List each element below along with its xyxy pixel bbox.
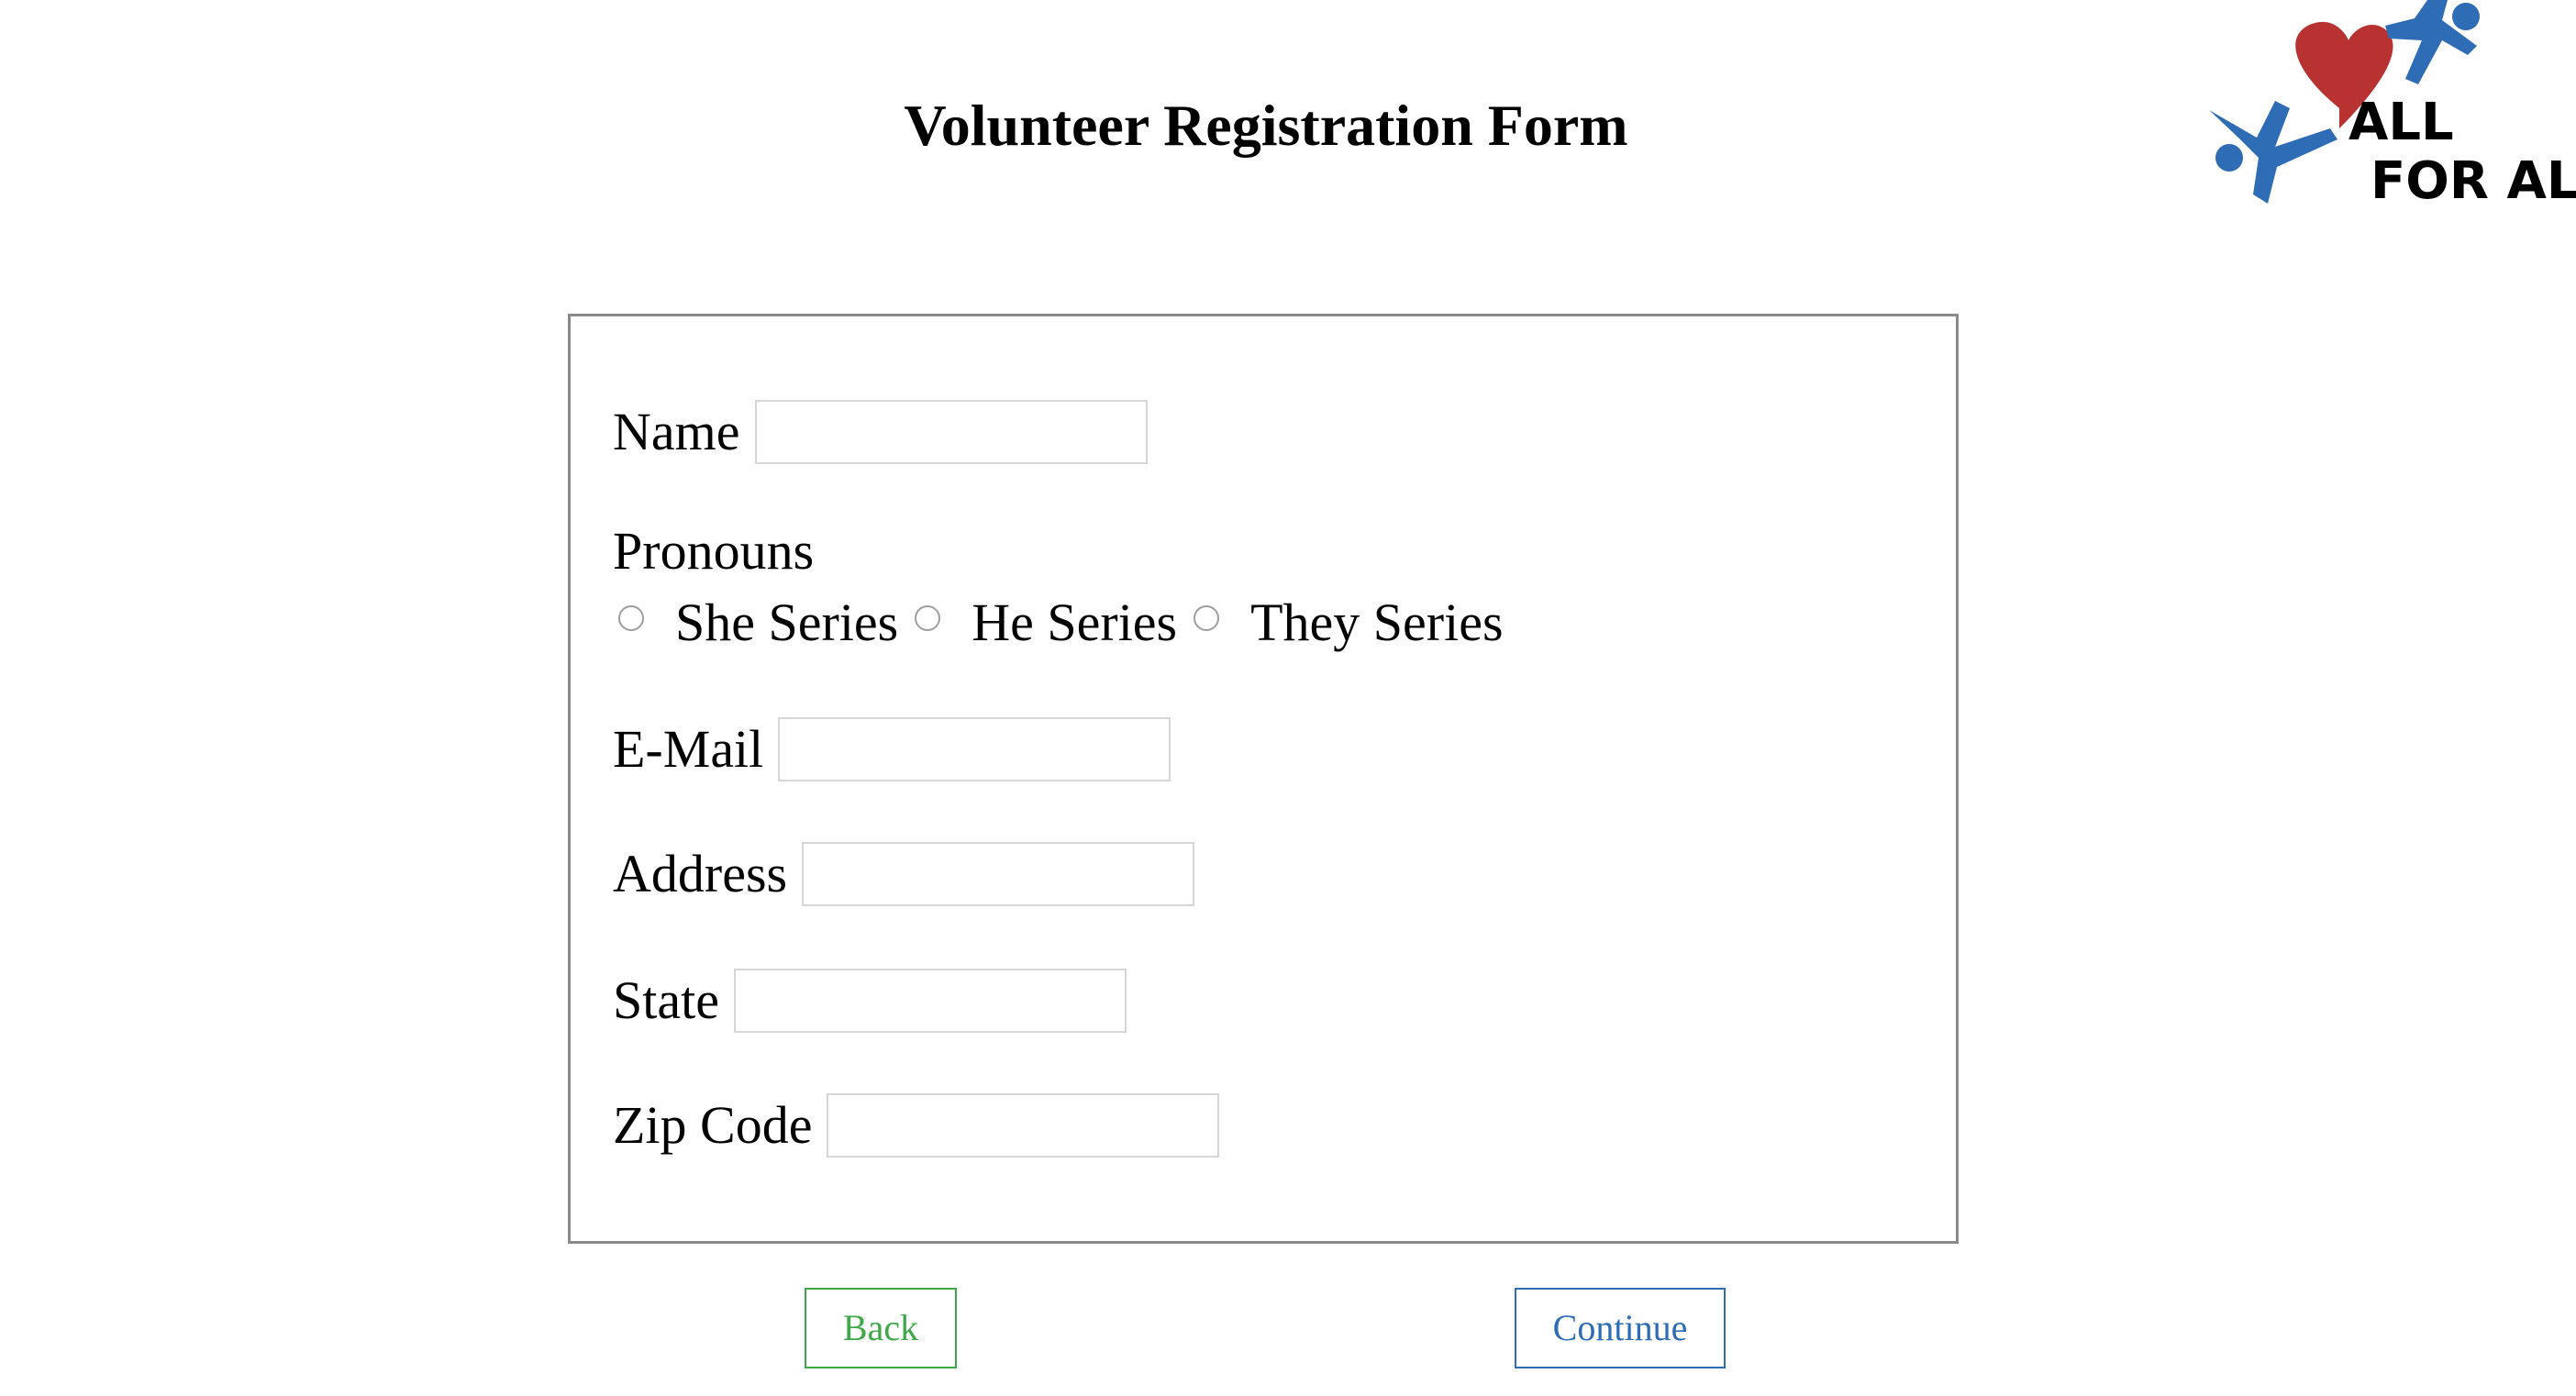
email-label: E-Mail bbox=[613, 719, 764, 779]
radio-label-he-series[interactable]: He Series bbox=[972, 590, 1177, 656]
pronoun-option-they[interactable]: They Series bbox=[1194, 590, 1504, 656]
page-title: Volunteer Registration Form bbox=[904, 93, 1628, 158]
zip-input[interactable] bbox=[827, 1093, 1220, 1158]
address-row: Address bbox=[613, 841, 1195, 907]
name-input[interactable] bbox=[754, 400, 1148, 464]
name-label: Name bbox=[613, 402, 740, 461]
radio-label-they-series[interactable]: They Series bbox=[1250, 590, 1503, 656]
pronoun-option-he[interactable]: He Series bbox=[915, 590, 1177, 656]
radio-they-series[interactable] bbox=[1194, 605, 1220, 631]
zip-row: Zip Code bbox=[613, 1092, 1220, 1158]
back-button[interactable]: Back bbox=[805, 1288, 957, 1368]
state-input[interactable] bbox=[733, 969, 1127, 1033]
pronoun-option-she[interactable]: She Series bbox=[618, 590, 898, 656]
state-label: State bbox=[613, 970, 719, 1030]
pronouns-radio-group: She Series He Series They Series bbox=[618, 590, 1520, 656]
continue-button[interactable]: Continue bbox=[1515, 1288, 1726, 1368]
address-label: Address bbox=[613, 844, 788, 903]
radio-he-series[interactable] bbox=[915, 605, 941, 631]
pronouns-label: Pronouns bbox=[613, 521, 815, 581]
radio-label-she-series[interactable]: She Series bbox=[675, 590, 898, 656]
volunteer-heart-logo-icon: ALL FOR ALL bbox=[2209, 0, 2576, 211]
address-input[interactable] bbox=[802, 842, 1195, 906]
state-row: State bbox=[613, 968, 1127, 1034]
logo-text-line1: ALL bbox=[2348, 93, 2454, 152]
all-for-all-logo: ALL FOR ALL bbox=[2202, 0, 2576, 211]
radio-she-series[interactable] bbox=[618, 605, 644, 631]
logo-text-line2: FOR ALL bbox=[2371, 151, 2576, 211]
name-row: Name bbox=[613, 399, 1148, 465]
email-input[interactable] bbox=[778, 717, 1171, 781]
registration-form: Name Pronouns She Series He Series They … bbox=[568, 314, 1959, 1244]
email-row: E-Mail bbox=[613, 716, 1171, 782]
zip-label: Zip Code bbox=[613, 1095, 813, 1155]
